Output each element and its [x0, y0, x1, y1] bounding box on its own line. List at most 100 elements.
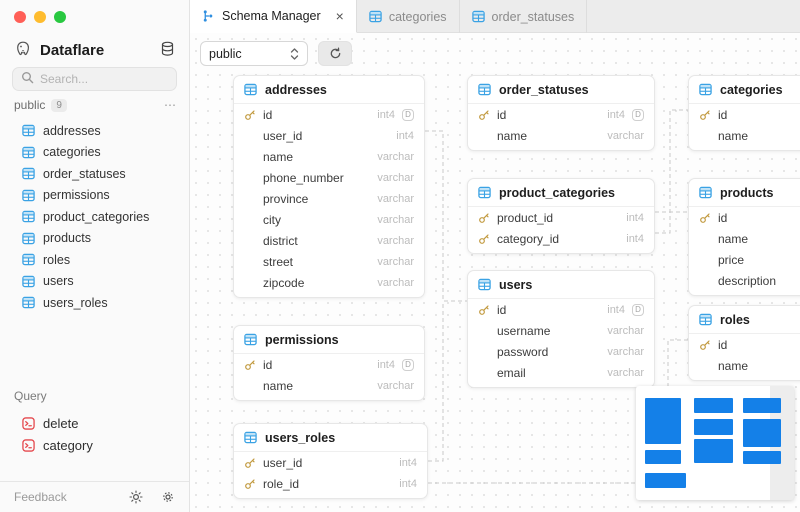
column-row[interactable]: category_id int4 [468, 228, 654, 249]
minimap-table-rect [743, 398, 781, 413]
search-input[interactable] [40, 72, 168, 86]
column-name: name [263, 378, 294, 393]
column-row[interactable]: name [689, 125, 800, 146]
column-row[interactable]: street varchar [234, 251, 424, 272]
sidebar-item-categories[interactable]: categories [0, 142, 189, 164]
column-row[interactable]: id [689, 334, 800, 355]
schema-name[interactable]: public [14, 98, 45, 112]
sidebar-item-addresses[interactable]: addresses [0, 120, 189, 142]
settings-gear-icon[interactable] [161, 490, 175, 504]
entity-card-users[interactable]: users id int4 D username varchar password… [467, 270, 655, 388]
schema-select[interactable]: public [200, 41, 308, 66]
minimap-table-rect [645, 450, 681, 464]
column-type: varchar [377, 234, 414, 247]
entity-card-header[interactable]: products [689, 179, 800, 207]
refresh-icon [330, 47, 340, 59]
column-name: city [263, 212, 281, 227]
tab-close-icon[interactable]: × [336, 9, 344, 23]
primary-key-icon [478, 109, 490, 121]
database-icon[interactable] [160, 41, 175, 60]
column-row[interactable]: id int4 D [468, 104, 654, 125]
column-row[interactable]: city varchar [234, 209, 424, 230]
column-row[interactable]: district varchar [234, 230, 424, 251]
column-row[interactable]: province varchar [234, 188, 424, 209]
column-row[interactable]: email varchar [468, 362, 654, 383]
entity-card-addresses[interactable]: addresses id int4 D user_id int4 name varc… [233, 75, 425, 298]
column-row[interactable]: name [689, 228, 800, 249]
sidebar-item-products[interactable]: products [0, 228, 189, 250]
entity-card-product-categories[interactable]: product_categories product_id int4 categ… [467, 178, 655, 254]
refresh-button[interactable] [318, 41, 352, 66]
tab-schema-manager[interactable]: Schema Manager × [190, 0, 357, 33]
column-row[interactable]: id int4 D [234, 354, 424, 375]
tab-categories[interactable]: categories [357, 0, 460, 33]
entity-title: products [720, 185, 774, 200]
column-row[interactable]: id int4 D [468, 299, 654, 320]
entity-card-roles[interactable]: roles id name [688, 305, 800, 381]
column-row[interactable]: password varchar [468, 341, 654, 362]
column-name: name [718, 358, 749, 373]
column-row[interactable]: username varchar [468, 320, 654, 341]
primary-key-icon [478, 233, 490, 245]
column-row[interactable]: user_id int4 [234, 125, 424, 146]
theme-toggle-sun-icon[interactable] [129, 490, 143, 504]
column-row[interactable]: name varchar [234, 375, 424, 396]
column-row[interactable]: price [689, 249, 800, 270]
terminal-icon [22, 438, 35, 452]
tab-order-statuses[interactable]: order_statuses [460, 0, 588, 33]
sidebar-item-product-categories[interactable]: product_categories [0, 206, 189, 228]
entity-card-header[interactable]: users [468, 271, 654, 299]
column-name: name [718, 128, 749, 143]
minimize-window-button[interactable] [34, 11, 46, 23]
column-name: phone_number [263, 170, 344, 185]
entity-card-header[interactable]: roles [689, 306, 800, 334]
entity-card-categories[interactable]: categories id name [688, 75, 800, 151]
entity-card-products[interactable]: products id name price description [688, 178, 800, 296]
column-type: int4 [607, 108, 625, 121]
sidebar-item-users-roles[interactable]: users_roles [0, 292, 189, 314]
entity-card-header[interactable]: product_categories [468, 179, 654, 207]
column-row[interactable]: phone_number varchar [234, 167, 424, 188]
column-type: varchar [377, 276, 414, 289]
entity-card-header[interactable]: users_roles [234, 424, 427, 452]
column-row[interactable]: id int4 D [234, 104, 424, 125]
schema-select-value: public [209, 46, 242, 61]
column-row[interactable]: zipcode varchar [234, 272, 424, 293]
table-icon [369, 10, 382, 23]
sidebar-item-permissions[interactable]: permissions [0, 185, 189, 207]
column-name: street [263, 254, 294, 269]
entity-card-header[interactable]: categories [689, 76, 800, 104]
close-window-button[interactable] [14, 11, 26, 23]
entity-card-header[interactable]: order_statuses [468, 76, 654, 104]
sidebar-item-users[interactable]: users [0, 271, 189, 293]
column-row[interactable]: name [689, 355, 800, 376]
schema-menu-button[interactable]: ⋯ [164, 98, 177, 112]
column-row[interactable]: name varchar [468, 125, 654, 146]
column-row[interactable]: name varchar [234, 146, 424, 167]
entity-card-header[interactable]: addresses [234, 76, 424, 104]
schema-canvas[interactable]: public addresses id int4 D user_id int4 n… [190, 33, 800, 512]
minimap[interactable] [636, 386, 794, 500]
column-row[interactable]: id [689, 104, 800, 125]
column-row[interactable]: description [689, 270, 800, 291]
column-row[interactable]: id [689, 207, 800, 228]
entity-card-users-roles[interactable]: users_roles user_id int4 role_id int4 [233, 423, 428, 499]
entity-card-order-statuses[interactable]: order_statuses id int4 D name varchar [467, 75, 655, 151]
zoom-window-button[interactable] [54, 11, 66, 23]
app-title: Dataflare [40, 41, 105, 59]
query-item-category[interactable]: category [0, 434, 189, 456]
query-item-delete[interactable]: delete [0, 412, 189, 434]
sidebar-item-label: product_categories [43, 209, 150, 224]
search-box[interactable] [12, 67, 177, 91]
default-badge: D [402, 108, 414, 121]
default-badge: D [632, 303, 644, 316]
column-row[interactable]: user_id int4 [234, 452, 427, 473]
sidebar-item-roles[interactable]: roles [0, 249, 189, 271]
entity-card-header[interactable]: permissions [234, 326, 424, 354]
sidebar-item-order-statuses[interactable]: order_statuses [0, 163, 189, 185]
column-row[interactable]: product_id int4 [468, 207, 654, 228]
entity-card-permissions[interactable]: permissions id int4 D name varchar [233, 325, 425, 401]
column-type: int4 [626, 211, 644, 224]
feedback-link[interactable]: Feedback [14, 490, 111, 504]
column-row[interactable]: role_id int4 [234, 473, 427, 494]
